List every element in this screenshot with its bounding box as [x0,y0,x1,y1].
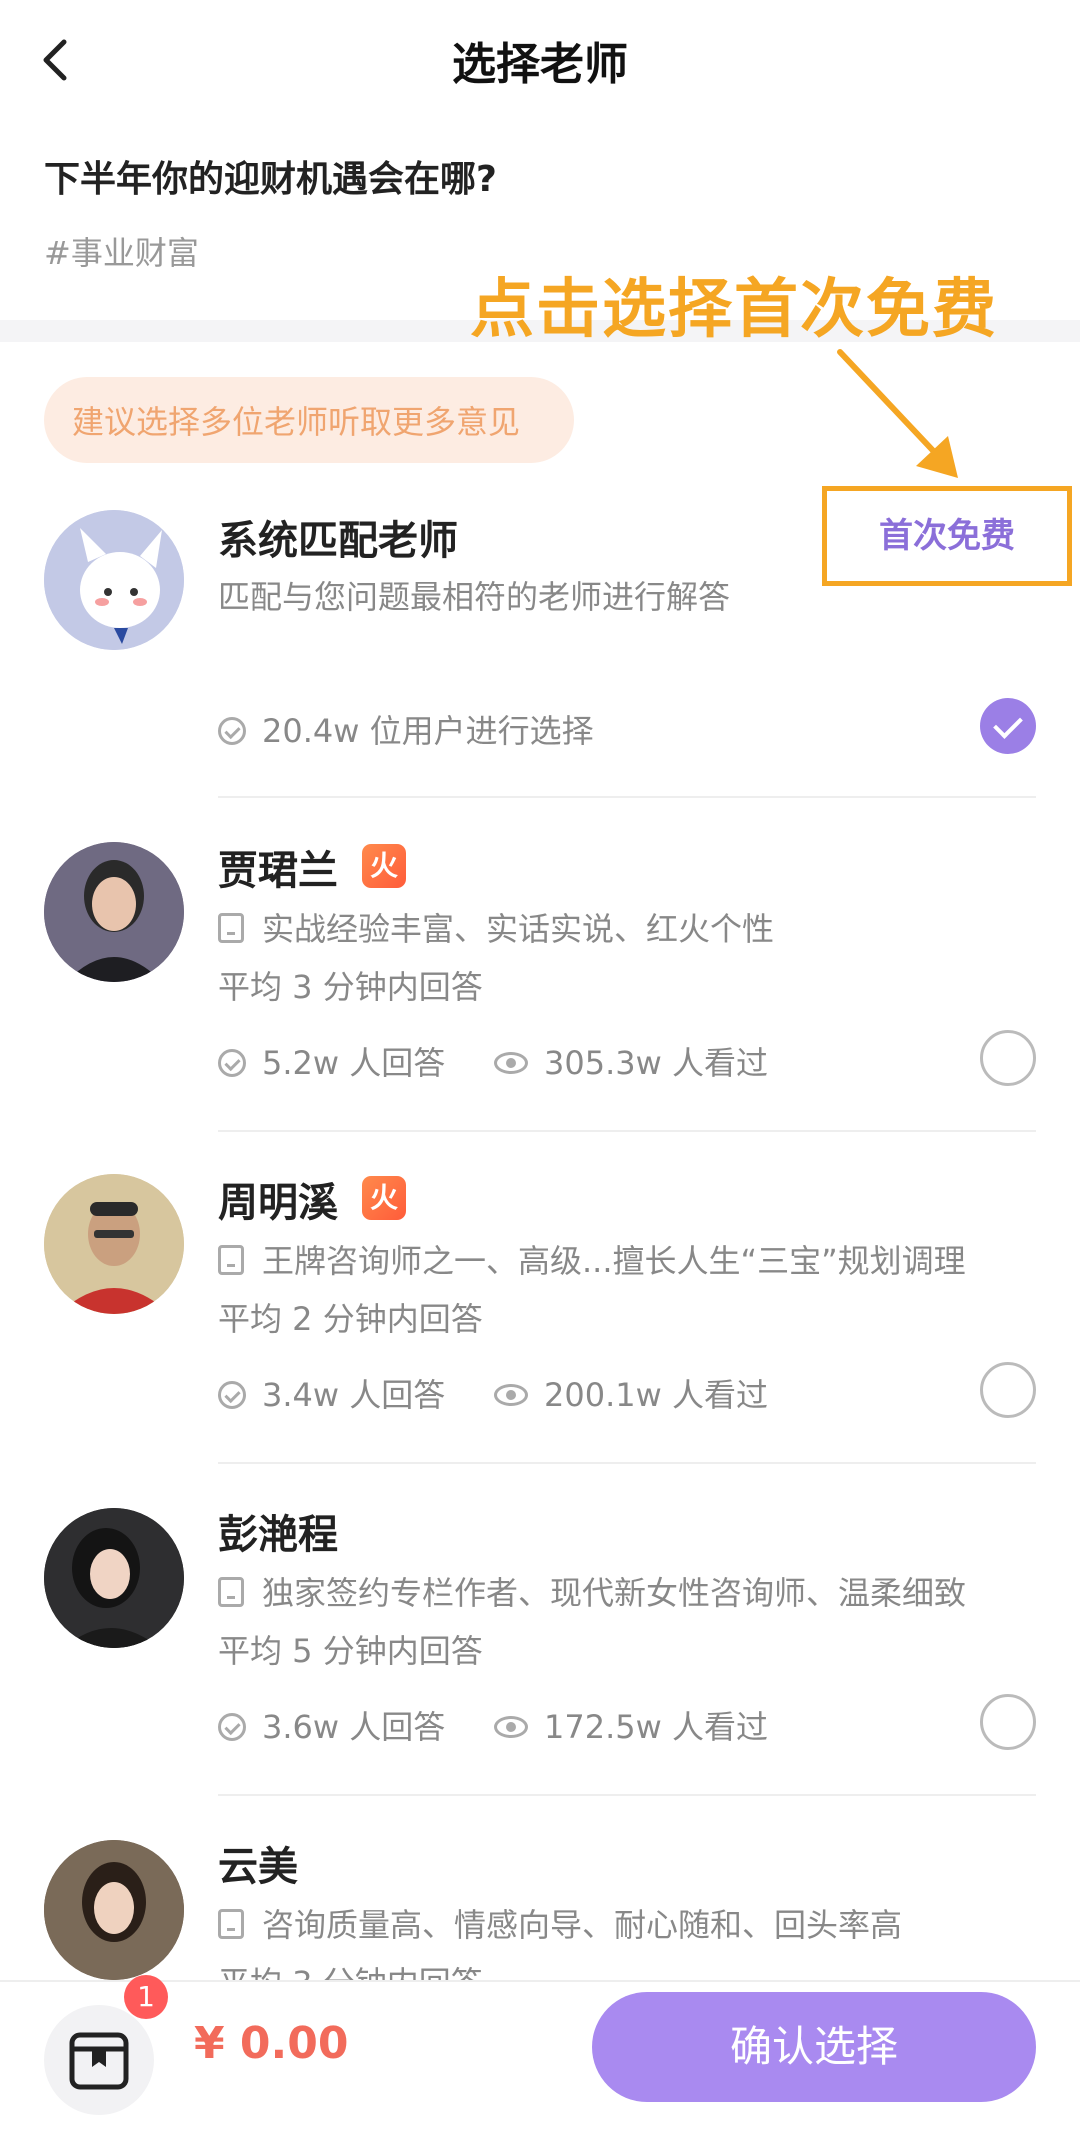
select-radio-teacher-2[interactable] [980,1362,1036,1418]
teacher-stat-users: 20.4w 位用户进行选择 [218,706,594,752]
free-label: 首次免费 [879,516,1015,556]
avatar-teacher-4 [44,1840,184,1980]
annotation-arrow-icon [837,349,958,478]
avatar-teacher-1 [44,842,184,982]
fire-badge-icon: 火 [362,844,406,888]
teacher-stat-views: 172.5w 人看过 [494,1702,768,1748]
teacher-stat-answers: 3.6w 人回答 [218,1702,445,1748]
fire-badge-icon: 火 [362,1176,406,1220]
divider [218,796,1036,798]
bookmark-icon [218,1909,244,1939]
cart-icon [69,2032,129,2090]
confirm-select-button[interactable]: 确认选择 [592,1992,1036,2102]
teacher-desc: 王牌咨询师之一、高级...擅长人生“三宝”规划调理 [218,1236,966,1282]
cart-button[interactable] [44,2005,154,2115]
suggestion-text: 建议选择多位老师听取更多意见 [72,403,521,441]
teacher-name: 彭滟程 [218,1512,338,1558]
bookmark-icon [218,1245,244,1275]
check-circle-icon [218,1049,246,1077]
avatar-teacher-3 [44,1508,184,1648]
teacher-desc: 咨询质量高、情感向导、耐心随和、回头率高 [218,1900,902,1946]
portrait-icon [44,1508,184,1648]
bookmark-icon [218,1577,244,1607]
teacher-name: 周明溪 [218,1180,338,1226]
teacher-name: 系统匹配老师 [218,518,458,564]
check-circle-icon [218,717,246,745]
teacher-stat-views: 305.3w 人看过 [494,1038,768,1084]
eye-icon [494,1384,528,1406]
divider [218,1462,1036,1464]
avatar-teacher-2 [44,1174,184,1314]
check-circle-icon [218,1381,246,1409]
divider [218,1794,1036,1796]
annotation-text: 点击选择首次免费 [470,273,998,347]
divider [218,1130,1036,1132]
teacher-desc: 匹配与您问题最相符的老师进行解答 [218,578,731,616]
teacher-desc: 实战经验丰富、实话实说、红火个性 [218,904,774,950]
question-tag: #事业财富 [44,234,199,272]
avatar-system [44,510,184,650]
bookmark-icon [218,913,244,943]
select-radio-system[interactable] [980,698,1036,754]
select-radio-teacher-3[interactable] [980,1694,1036,1750]
eye-icon [494,1052,528,1074]
portrait-icon [44,842,184,982]
teacher-stat-answers: 5.2w 人回答 [218,1038,445,1084]
select-radio-teacher-1[interactable] [980,1030,1036,1086]
teacher-name: 云美 [218,1844,298,1890]
teacher-response-time: 平均 2 分钟内回答 [218,1300,483,1338]
teacher-name: 贾珺兰 [218,848,338,894]
question-title: 下半年你的迎财机遇会在哪? [44,159,497,200]
cart-count-badge: 1 [124,1975,168,2019]
portrait-icon [44,1174,184,1314]
teacher-response-time: 平均 3 分钟内回答 [218,968,483,1006]
check-circle-icon [218,1713,246,1741]
eye-icon [494,1716,528,1738]
teacher-response-time: 平均 5 分钟内回答 [218,1632,483,1670]
teacher-stat-views: 200.1w 人看过 [494,1370,768,1416]
portrait-icon [44,1840,184,1980]
total-price: ¥ 0.00 [194,2018,349,2069]
mascot-icon [44,510,184,650]
teacher-stat-answers: 3.4w 人回答 [218,1370,445,1416]
page-title: 选择老师 [452,39,628,90]
teacher-desc: 独家签约专栏作者、现代新女性咨询师、温柔细致 [218,1568,966,1614]
